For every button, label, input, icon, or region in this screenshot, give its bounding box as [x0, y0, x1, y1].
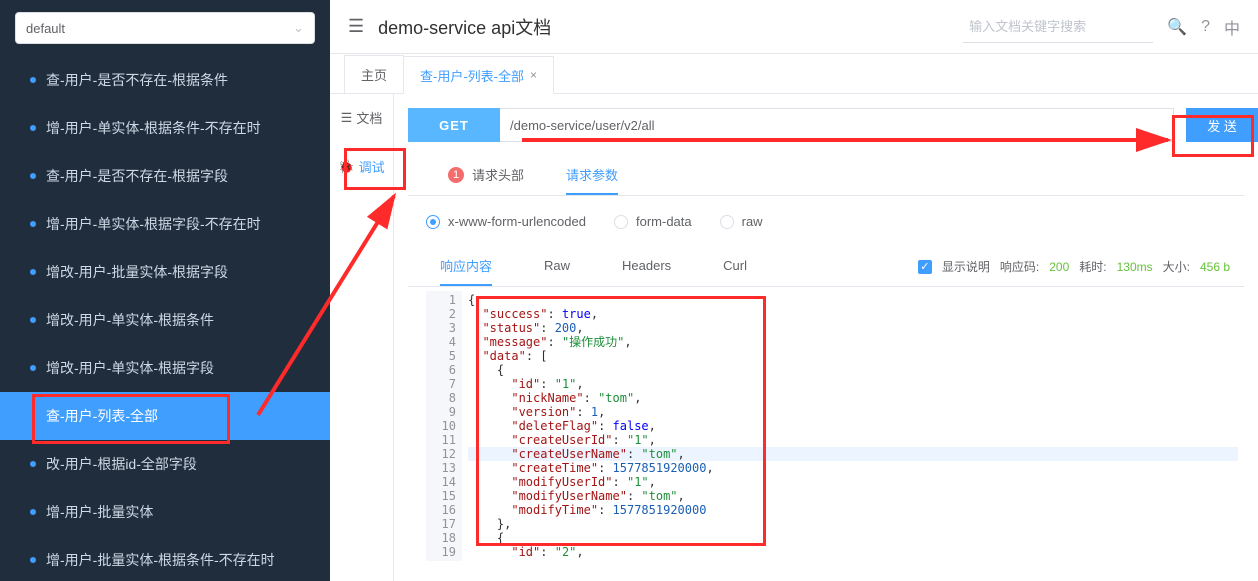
sidebar-item[interactable]: 增改-用户-单实体-根据字段 — [0, 344, 330, 392]
response-tab-curl[interactable]: Curl — [723, 247, 747, 286]
mode-tab-doc[interactable]: ☰ 文档 — [341, 108, 383, 127]
sidebar-item[interactable]: 增-用户-批量实体-根据条件-不存在时 — [0, 536, 330, 581]
response-time: 130ms — [1117, 260, 1153, 274]
content-tab[interactable]: 查-用户-列表-全部× — [403, 56, 554, 94]
param-tab-headers[interactable]: 1 请求头部 — [448, 156, 524, 195]
mode-tab-debug[interactable]: 🐞 调试 — [338, 157, 384, 176]
document-icon: ☰ — [341, 110, 353, 126]
page-title: demo-service api文档 — [378, 14, 949, 40]
search-icon[interactable]: 🔍 — [1167, 17, 1187, 37]
project-selector-value: default — [26, 21, 65, 36]
topbar: ☰ demo-service api文档 🔍 ? 中 — [330, 0, 1258, 54]
content-tab[interactable]: 主页 — [344, 55, 404, 93]
response-meta: ✓ 显示说明 响应码: 200 耗时: 130ms 大小: 456 b — [918, 258, 1230, 275]
show-description-checkbox[interactable]: ✓ — [918, 260, 932, 274]
response-tab-content[interactable]: 响应内容 — [440, 247, 492, 286]
main-area: ☰ demo-service api文档 🔍 ? 中 主页查-用户-列表-全部×… — [330, 0, 1258, 581]
bug-icon: 🐞 — [338, 159, 354, 175]
send-button[interactable]: 发 送 — [1186, 108, 1258, 142]
header-count-badge: 1 — [448, 167, 464, 183]
sidebar-item[interactable]: 增改-用户-批量实体-根据字段 — [0, 248, 330, 296]
collapse-sidebar-icon[interactable]: ☰ — [348, 16, 364, 37]
body-type-radio[interactable]: form-data — [614, 214, 692, 229]
sidebar-item[interactable]: 改-用户-根据id-全部字段 — [0, 440, 330, 488]
workspace: GET 发 送 1 请求头部 请求参数 x-www-form-urlencode… — [394, 94, 1258, 581]
sidebar-item[interactable]: 查-用户-是否不存在-根据条件 — [0, 56, 330, 104]
sidebar-item[interactable]: 增改-用户-单实体-根据条件 — [0, 296, 330, 344]
param-tabs: 1 请求头部 请求参数 — [408, 156, 1244, 196]
response-tab-headers[interactable]: Headers — [622, 247, 671, 286]
sidebar-item[interactable]: 增-用户-单实体-根据条件-不存在时 — [0, 104, 330, 152]
search-input[interactable] — [963, 11, 1153, 43]
mode-tabs: ☰ 文档 🐞 调试 — [330, 94, 394, 581]
status-code: 200 — [1049, 260, 1069, 274]
api-list: 查-用户-是否不存在-根据条件增-用户-单实体-根据条件-不存在时查-用户-是否… — [0, 56, 330, 581]
content-tabs: 主页查-用户-列表-全部× — [330, 54, 1258, 94]
param-tab-params[interactable]: 请求参数 — [566, 156, 618, 195]
response-size: 456 b — [1200, 260, 1230, 274]
close-icon[interactable]: × — [530, 68, 537, 82]
http-method[interactable]: GET — [408, 108, 500, 142]
url-input[interactable] — [500, 108, 1174, 142]
chevron-down-icon: ⌄ — [293, 20, 304, 36]
response-tabs: 响应内容 Raw Headers Curl ✓ 显示说明 响应码: 200 耗时… — [408, 247, 1244, 287]
sidebar: default ⌄ 查-用户-是否不存在-根据条件增-用户-单实体-根据条件-不… — [0, 0, 330, 581]
sidebar-item[interactable]: 查-用户-是否不存在-根据字段 — [0, 152, 330, 200]
response-tab-raw[interactable]: Raw — [544, 247, 570, 286]
response-body-editor[interactable]: 12345678910111213141516171819 { "success… — [426, 291, 1244, 561]
sidebar-item[interactable]: 增-用户-批量实体 — [0, 488, 330, 536]
body-type-radio[interactable]: x-www-form-urlencoded — [426, 214, 586, 229]
sidebar-item[interactable]: 增-用户-单实体-根据字段-不存在时 — [0, 200, 330, 248]
project-selector[interactable]: default ⌄ — [15, 12, 315, 44]
request-bar: GET 发 送 — [408, 108, 1258, 142]
body-type-radio[interactable]: raw — [720, 214, 763, 229]
language-switcher[interactable]: 中 — [1224, 15, 1240, 39]
help-icon[interactable]: ? — [1201, 18, 1210, 36]
body-type-radios: x-www-form-urlencoded form-data raw — [394, 196, 1258, 247]
sidebar-item[interactable]: 查-用户-列表-全部 — [0, 392, 330, 440]
